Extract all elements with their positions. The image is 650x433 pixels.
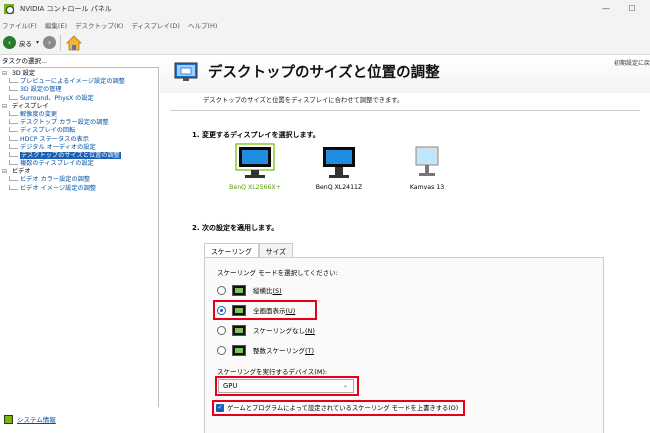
tree-item-desktop-size-position[interactable]: デスクトップのサイズと位置の調整 — [0, 151, 158, 160]
menu-desktop[interactable]: デスクトップ(K) — [75, 20, 123, 30]
tree-item-manage-3d[interactable]: 3D 設定の管理 — [0, 86, 158, 94]
scaling-option-aspect-ratio[interactable]: 縦横比(S) — [217, 284, 282, 296]
scaling-option-integer[interactable]: 整数スケーリング(T) — [217, 344, 314, 356]
option-label: 整数スケーリング — [253, 347, 305, 355]
override-label: ゲームとプログラムによって設定されているスケーリング モードを上書きする(O) — [227, 405, 459, 412]
scaling-panel: スケーリング モードを選択してください: 縦横比(S) 全画面表示(U) スケー… — [204, 257, 604, 433]
system-info[interactable]: システム情報 — [4, 414, 56, 424]
menu-help[interactable]: ヘルプ(H) — [188, 20, 217, 30]
radio-integer-scaling[interactable] — [217, 345, 226, 355]
home-icon[interactable] — [66, 34, 82, 51]
tree-item-video-color[interactable]: ビデオ カラー設定の調整 — [0, 176, 158, 184]
display-kamvas-13[interactable]: Kamvas 13 — [392, 143, 462, 191]
page-description: デスクトップのサイズと位置をディスプレイに合わせて調整できます。 — [203, 97, 404, 104]
aspect-ratio-icon — [232, 284, 246, 296]
system-info-link[interactable]: システム情報 — [17, 414, 56, 424]
tree-item-surround-physx[interactable]: Surround、PhysX の設定 — [0, 94, 158, 103]
scaling-device-select[interactable]: GPU ⌄ — [218, 379, 354, 393]
menu-display[interactable]: ディスプレイ(D) — [131, 20, 180, 30]
option-shortcut: (S) — [272, 287, 282, 295]
monitor-icon — [415, 146, 439, 176]
back-dropdown-icon[interactable]: ▾ — [36, 39, 39, 46]
monitor-icon — [235, 143, 275, 178]
content-pane: デスクトップのサイズと位置の調整 初期設定に戻 デスクトップのサイズと位置をディ… — [160, 55, 650, 433]
tree-item-digital-audio[interactable]: デジタル オーディオの設定 — [0, 143, 158, 152]
radio-full-screen[interactable] — [217, 305, 226, 315]
menu-file[interactable]: ファイル(F) — [2, 20, 37, 30]
desktop-size-icon — [174, 61, 198, 83]
menu-bar: ファイル(F) 編集(E) デスクトップ(K) ディスプレイ(D) ヘルプ(H) — [0, 18, 650, 31]
tab-size[interactable]: サイズ — [258, 243, 293, 257]
window-title: NVIDIA コントロール パネル — [20, 5, 112, 13]
tree-item-video-image[interactable]: ビデオ イメージ設定の調整 — [0, 184, 158, 193]
option-shortcut: (U) — [285, 307, 296, 315]
tree-item-rotate[interactable]: ディスプレイの回転 — [0, 127, 158, 135]
display-name: BenQ XL2411Z — [315, 184, 363, 191]
page-title: デスクトップのサイズと位置の調整 — [208, 65, 440, 81]
radio-aspect-ratio[interactable] — [217, 285, 226, 295]
option-shortcut: (T) — [305, 347, 315, 355]
tab-scaling[interactable]: スケーリング — [204, 243, 259, 258]
option-label: スケーリングなし — [253, 327, 305, 335]
full-screen-icon — [232, 304, 246, 316]
display-benq-xl2411z[interactable]: BenQ XL2411Z — [304, 143, 374, 191]
option-shortcut: (N) — [305, 327, 315, 335]
forward-arrow-icon[interactable]: › — [43, 36, 57, 49]
tree-category-display[interactable]: ディスプレイ — [0, 103, 158, 111]
integer-scaling-icon — [232, 344, 246, 356]
divider — [170, 110, 640, 111]
option-label: 縦横比 — [253, 287, 273, 295]
maximize-button[interactable]: ☐ — [622, 2, 642, 16]
section-select-display: 1. 変更するディスプレイを選択します。 — [192, 131, 320, 139]
radio-no-scaling[interactable] — [217, 325, 226, 335]
display-list: BenQ XL2566X+ BenQ XL2411Z Kamvas 13 — [220, 143, 480, 201]
task-tree: 3D 設定 プレビューによるイメージ設定の調整 3D 設定の管理 Surroun… — [0, 67, 159, 407]
toolbar: ‹ 戻る ▾ › — [0, 31, 650, 55]
override-checkbox[interactable]: ✓ — [216, 403, 224, 412]
monitor-icon — [323, 147, 355, 178]
tree-item-resolution[interactable]: 解像度の変更 — [0, 110, 158, 119]
scaling-prompt: スケーリング モードを選択してください: — [217, 269, 338, 277]
toolbar-separator — [60, 34, 62, 51]
option-label: 全画面表示 — [253, 307, 286, 315]
restore-defaults-link[interactable]: 初期設定に戻 — [614, 58, 650, 67]
menu-edit[interactable]: 編集(E) — [45, 20, 67, 30]
display-benq-xl2566x[interactable]: BenQ XL2566X+ — [220, 143, 290, 191]
page-banner: デスクトップのサイズと位置の調整 初期設定に戻 — [160, 55, 650, 93]
minimize-button[interactable]: — — [596, 2, 616, 16]
display-name: BenQ XL2566X+ — [229, 184, 281, 191]
select-value: GPU — [223, 382, 238, 390]
scaling-device-label: スケーリングを実行するデバイス(M): — [217, 368, 328, 376]
task-select-header: タスクの選択... — [2, 57, 48, 65]
scaling-option-no-scaling[interactable]: スケーリングなし(N) — [217, 324, 315, 336]
scaling-option-full-screen[interactable]: 全画面表示(U) — [217, 304, 295, 316]
title-bar: NVIDIA コントロール パネル — ☐ — [0, 0, 650, 18]
back-button-label[interactable]: 戻る — [19, 38, 32, 48]
no-scaling-icon — [232, 324, 246, 336]
chevron-down-icon: ⌄ — [342, 382, 348, 389]
tree-item-hdcp[interactable]: HDCP ステータスの表示 — [0, 135, 158, 144]
settings-tabs: スケーリング サイズ — [204, 243, 293, 258]
section-apply-settings: 2. 次の設定を適用します。 — [192, 224, 279, 232]
display-name: Kamvas 13 — [409, 184, 445, 191]
override-option[interactable]: ✓ ゲームとプログラムによって設定されているスケーリング モードを上書きする(O… — [216, 403, 458, 412]
back-arrow-icon[interactable]: ‹ — [3, 36, 16, 49]
nvidia-logo-icon — [4, 4, 14, 14]
system-info-icon — [4, 414, 13, 424]
tree-category-3d[interactable]: 3D 設定 — [0, 70, 158, 78]
